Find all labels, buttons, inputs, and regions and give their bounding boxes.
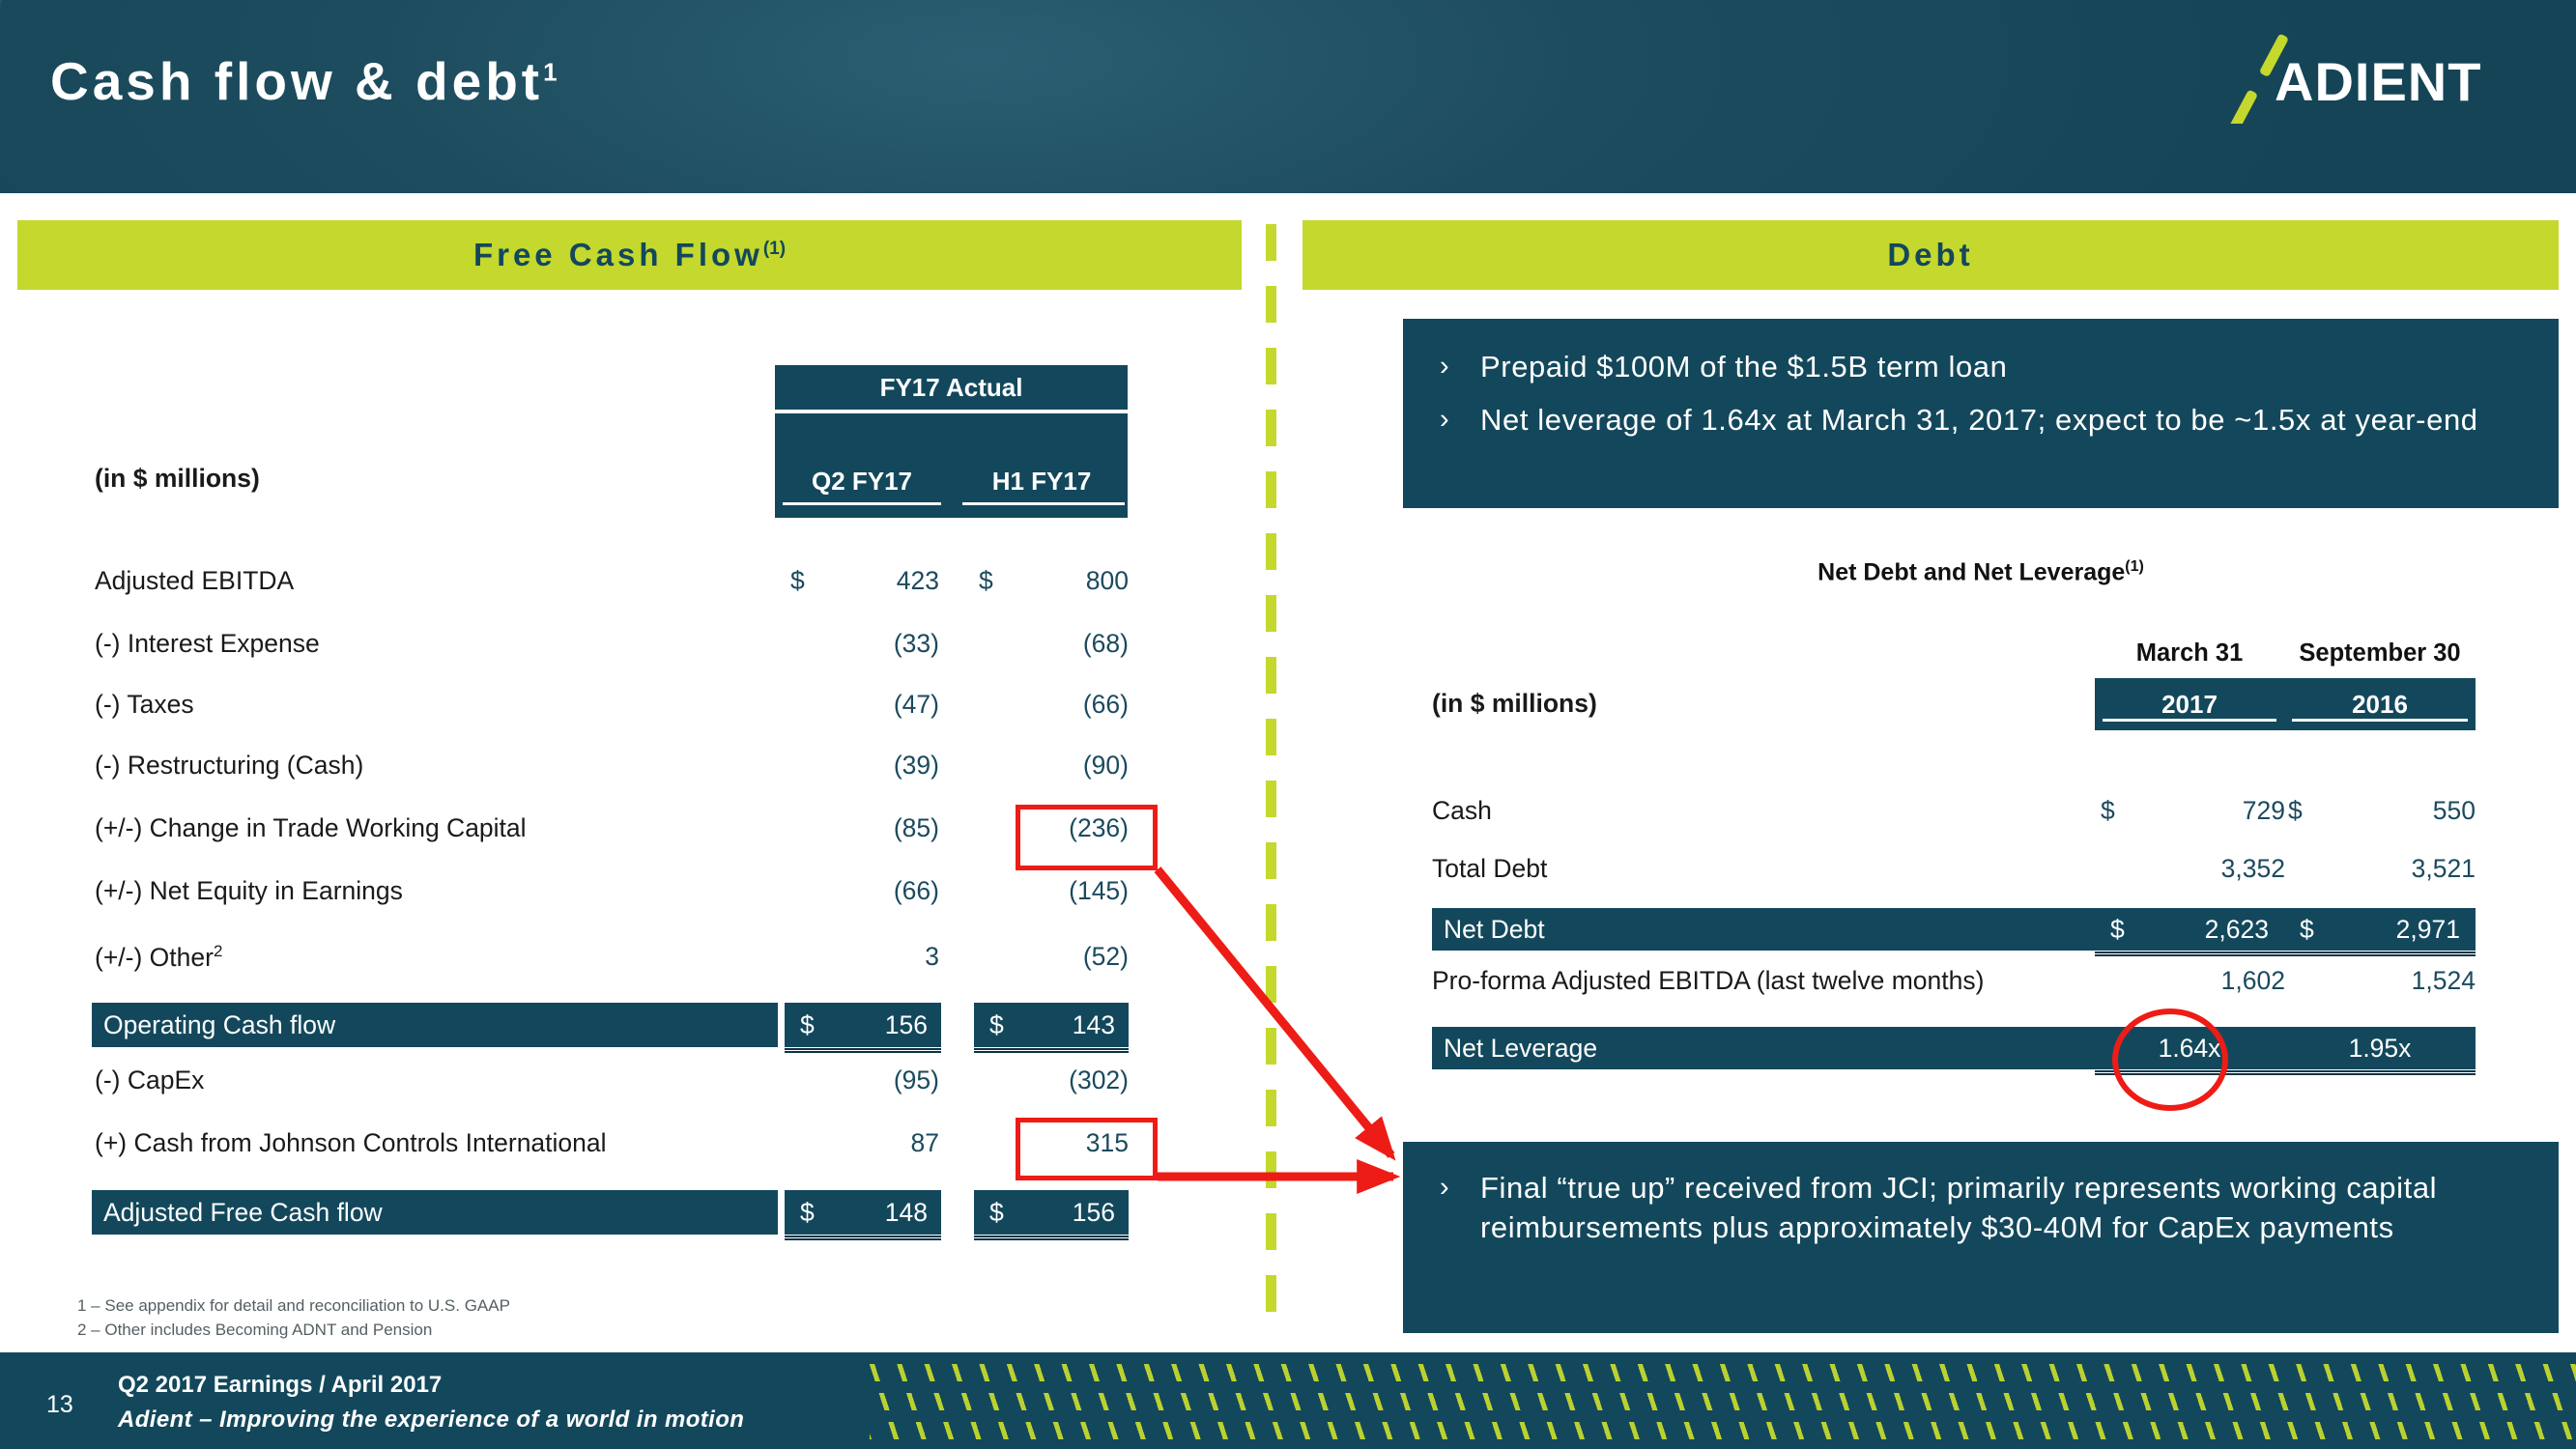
row-cell-c2: 1.95x xyxy=(2284,1027,2476,1069)
table-row: Cash $ 729 $ 550 xyxy=(0,796,2576,833)
table-row-highlighted: Net Debt $ 2,623 $ 2,971 xyxy=(0,908,2576,956)
row-label: Pro-forma Adjusted EBITDA (last twelve m… xyxy=(1432,966,1985,995)
slide: Cash flow & debt1 ADIENT Free Cash Flow(… xyxy=(0,0,2576,1449)
table-row: Pro-forma Adjusted EBITDA (last twelve m… xyxy=(0,966,2576,1003)
row-value-c1: 2,623 xyxy=(2204,915,2269,944)
row-double-underline-c1 xyxy=(2095,952,2284,956)
debt-highlights-list: › Prepaid $100M of the $1.5B term loan › N… xyxy=(1426,348,2526,440)
row-label: Net Leverage xyxy=(1432,1027,2097,1069)
debt-panel: › Prepaid $100M of the $1.5B term loan › N… xyxy=(0,0,2576,1449)
net-debt-column-underline-1 xyxy=(2103,719,2276,722)
row-double-underline-c2 xyxy=(2284,1070,2476,1075)
net-debt-column-underline-2 xyxy=(2292,719,2468,722)
row-value-c2: 550 xyxy=(2432,796,2476,825)
row-value-c1: 1,602 xyxy=(2220,966,2285,995)
true-up-callout: › Final “true up” received from JCI; prim… xyxy=(1403,1142,2559,1333)
net-debt-table-title-superscript: (1) xyxy=(2125,558,2144,575)
net-debt-column-header-year-2: 2016 xyxy=(2284,678,2476,730)
footer-line-1: Q2 2017 Earnings / April 2017 xyxy=(118,1372,443,1398)
net-debt-table-title-text: Net Debt and Net Leverage xyxy=(1818,558,2126,586)
footer-hatch-mask xyxy=(870,1352,2576,1449)
chevron-right-icon: › xyxy=(1440,1172,1450,1203)
page-number: 13 xyxy=(46,1391,73,1418)
net-debt-table-title: Net Debt and Net Leverage(1) xyxy=(1403,558,2559,586)
net-debt-column-year-1-text: 2017 xyxy=(2161,689,2218,719)
net-debt-column-header-top-1: March 31 xyxy=(2135,639,2244,667)
row-value-c2: 1.95x xyxy=(2348,1034,2412,1063)
row-cell-c2: $ 2,971 xyxy=(2284,908,2476,951)
debt-highlights-callout: › Prepaid $100M of the $1.5B term loan › N… xyxy=(1403,319,2559,508)
row-double-underline-c2 xyxy=(2284,952,2476,956)
row-value-c2: 2,971 xyxy=(2395,915,2460,944)
list-item-text: Net leverage of 1.64x at March 31, 2017;… xyxy=(1480,402,2478,437)
row-value-c2: 1,524 xyxy=(2411,966,2476,995)
chevron-right-icon: › xyxy=(1440,351,1450,382)
slide-footer: 13 Q2 2017 Earnings / April 2017 Adient … xyxy=(0,1352,2576,1449)
red-ellipse-highlight-net-leverage xyxy=(2112,1009,2228,1111)
row-label: Net Debt xyxy=(1432,908,2097,951)
row-label: Cash xyxy=(1432,796,1492,825)
net-debt-column-header-year-1: 2017 xyxy=(2095,678,2284,730)
list-item-text: Prepaid $100M of the $1.5B term loan xyxy=(1480,350,2008,384)
net-debt-column-year-2-text: 2016 xyxy=(2352,689,2408,719)
list-item: › Final “true up” received from JCI; prim… xyxy=(1426,1169,2526,1248)
row-value-c2: 3,521 xyxy=(2411,854,2476,883)
row-currency-c2: $ xyxy=(2300,915,2314,944)
row-value-c1: 729 xyxy=(2242,796,2285,825)
row-value-c1: 3,352 xyxy=(2220,854,2285,883)
row-cell-c1: $ 2,623 xyxy=(2095,908,2284,951)
list-item: › Prepaid $100M of the $1.5B term loan xyxy=(1426,348,2526,387)
chevron-right-icon: › xyxy=(1440,403,1450,435)
true-up-list: › Final “true up” received from JCI; prim… xyxy=(1426,1169,2526,1248)
footer-line-2: Adient – Improving the experience of a w… xyxy=(118,1406,745,1433)
list-item: › Net leverage of 1.64x at March 31, 2017… xyxy=(1426,401,2526,440)
row-currency-c1: $ xyxy=(2110,915,2125,944)
net-debt-units-label: (in $ millions) xyxy=(1432,689,1597,718)
row-label: Total Debt xyxy=(1432,854,1548,883)
net-debt-column-header-top-2: September 30 xyxy=(2299,639,2461,667)
list-item-text: Final “true up” received from JCI; prima… xyxy=(1480,1171,2438,1244)
table-row: Total Debt 3,352 3,521 xyxy=(0,854,2576,891)
